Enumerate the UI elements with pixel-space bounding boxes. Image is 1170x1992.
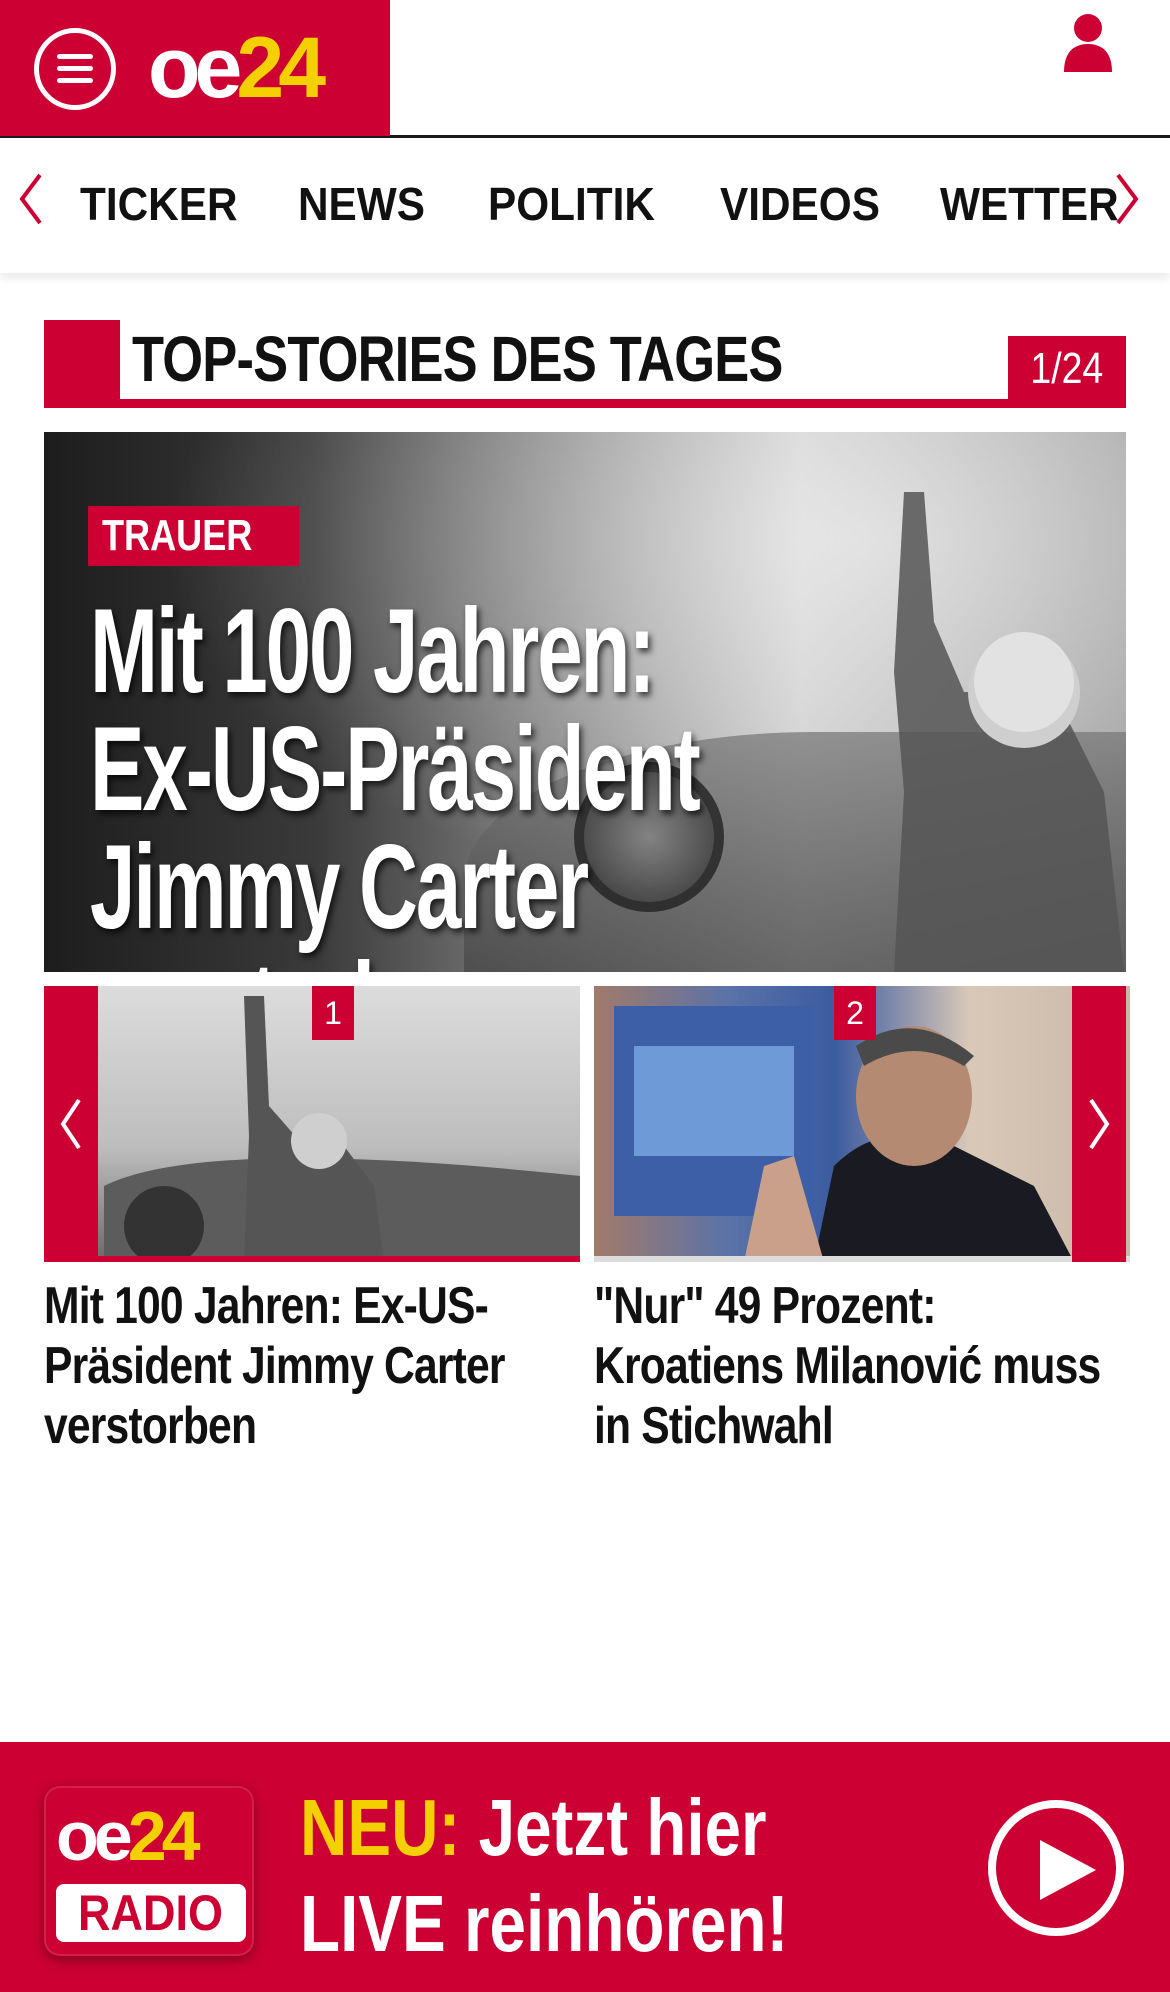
chevron-right-icon [1089,1098,1110,1150]
play-button[interactable] [988,1800,1124,1936]
radio-promo-line-2: LIVE reinhören! [300,1879,789,1968]
radio-logo: oe24 RADIO [44,1786,254,1956]
section-title: TOP-STORIES DES TAGES [132,323,783,395]
hero-headline[interactable]: Mit 100 Jahren: Ex-US-Präsident Jimmy Ca… [90,584,906,972]
radio-promo-neu: NEU: [300,1783,461,1872]
story-counter: 1/24 [1008,336,1126,402]
story-carousel: 1 Mit 100 Jahren: Ex-US-Präsident Jimmy … [44,986,1130,1455]
nav-item-news[interactable]: NEWS [298,177,425,231]
site-header: oe24 [0,0,1170,138]
nav-item-wetter[interactable]: WETTER [940,177,1119,231]
carousel-prev-button[interactable] [44,986,98,1262]
user-icon[interactable] [1062,12,1114,72]
card-number-badge: 2 [834,986,876,1040]
chevron-right-icon[interactable] [1112,169,1142,229]
section-underline [44,399,1126,408]
category-badge[interactable]: TRAUER [88,506,300,566]
hero-headline-line-3: Jimmy Carter verstorben [90,820,589,972]
radio-logo-24: 24 [127,1797,201,1875]
hero-story[interactable]: TRAUER Mit 100 Jahren: Ex-US-Präsident J… [44,432,1126,972]
story-counter-text: 1/24 [1030,344,1104,393]
logo-24-text: 24 [236,20,326,116]
radio-banner[interactable]: oe24 RADIO NEU: Jetzt hier LIVE reinhöre… [0,1742,1170,1992]
radio-promo-line-1: NEU: Jetzt hier [300,1780,788,1876]
hamburger-menu-icon[interactable] [34,28,116,110]
hero-headline-line-2: Ex-US-Präsident [90,702,701,836]
radio-logo-wordmark: oe24 [56,1796,201,1876]
story-card-title[interactable]: "Nur" 49 Prozent: Kroatiens Milanović mu… [594,1276,1119,1456]
section-header: TOP-STORIES DES TAGES 1/24 [44,320,1126,408]
radio-promo-text[interactable]: NEU: Jetzt hier LIVE reinhören! [300,1780,788,1972]
play-icon [1040,1840,1096,1900]
category-badge-text: TRAUER [102,511,253,560]
category-nav: TICKER NEWS POLITIK VIDEOS WETTER [0,139,1170,273]
site-logo[interactable]: oe24 [148,18,326,118]
nav-item-videos[interactable]: VIDEOS [720,177,880,231]
section-accent-block [44,320,120,408]
carousel-next-button[interactable] [1072,986,1126,1262]
chevron-left-icon [60,1098,81,1150]
chevron-left-icon[interactable] [16,169,46,229]
radio-promo-line-1-text: Jetzt hier [478,1783,767,1872]
story-card-title[interactable]: Mit 100 Jahren: Ex-US-Präsident Jimmy Ca… [44,1276,569,1456]
hero-headline-line-1: Mit 100 Jahren: [90,584,656,718]
card-number-badge: 1 [312,986,354,1040]
brand-block: oe24 [0,0,390,136]
nav-item-ticker[interactable]: TICKER [80,177,238,231]
radio-logo-label: RADIO [56,1884,246,1942]
radio-logo-label-text: RADIO [78,1885,224,1941]
nav-item-politik[interactable]: POLITIK [488,177,655,231]
logo-oe-text: oe [148,20,242,116]
radio-logo-oe: oe [56,1797,133,1875]
